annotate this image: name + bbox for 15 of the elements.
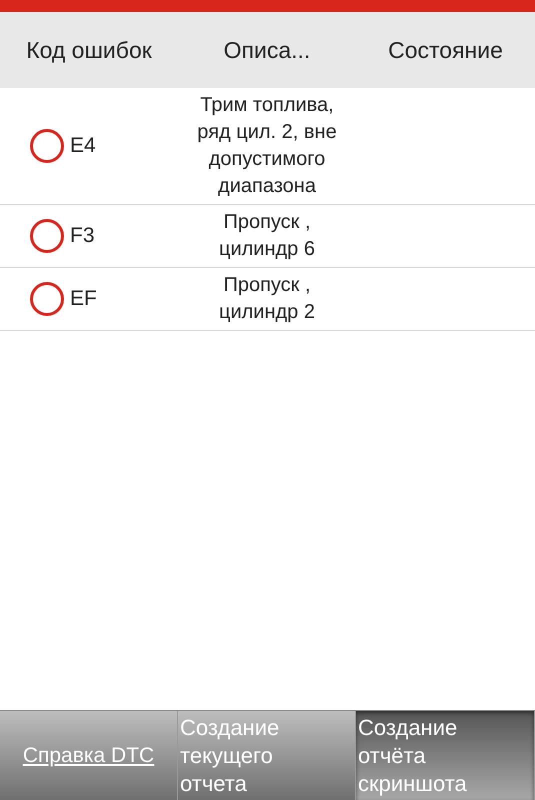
column-header: Описа... — [224, 36, 310, 64]
report-button[interactable]: Создание отчёта скриншота — [356, 711, 535, 800]
error-description: Трим топлива, ряд цил. 2, вне допустимого диапазона — [196, 93, 338, 199]
column-header: Код ошибок — [26, 36, 152, 64]
radio-button[interactable] — [30, 129, 64, 163]
error-code: E4 — [70, 134, 96, 158]
error-description: Пропуск , цилиндр 6 — [218, 210, 316, 262]
error-description: Пропуск , цилиндр 2 — [218, 273, 316, 325]
radio-button[interactable] — [30, 219, 64, 253]
help-link-button[interactable]: Справка DTC — [0, 711, 178, 800]
radio-button[interactable] — [30, 282, 64, 316]
error-code: F3 — [70, 224, 95, 248]
error-code: EF — [70, 287, 97, 311]
report-button[interactable]: Создание текущего отчета — [178, 711, 356, 800]
column-header: Состояние — [388, 36, 503, 64]
